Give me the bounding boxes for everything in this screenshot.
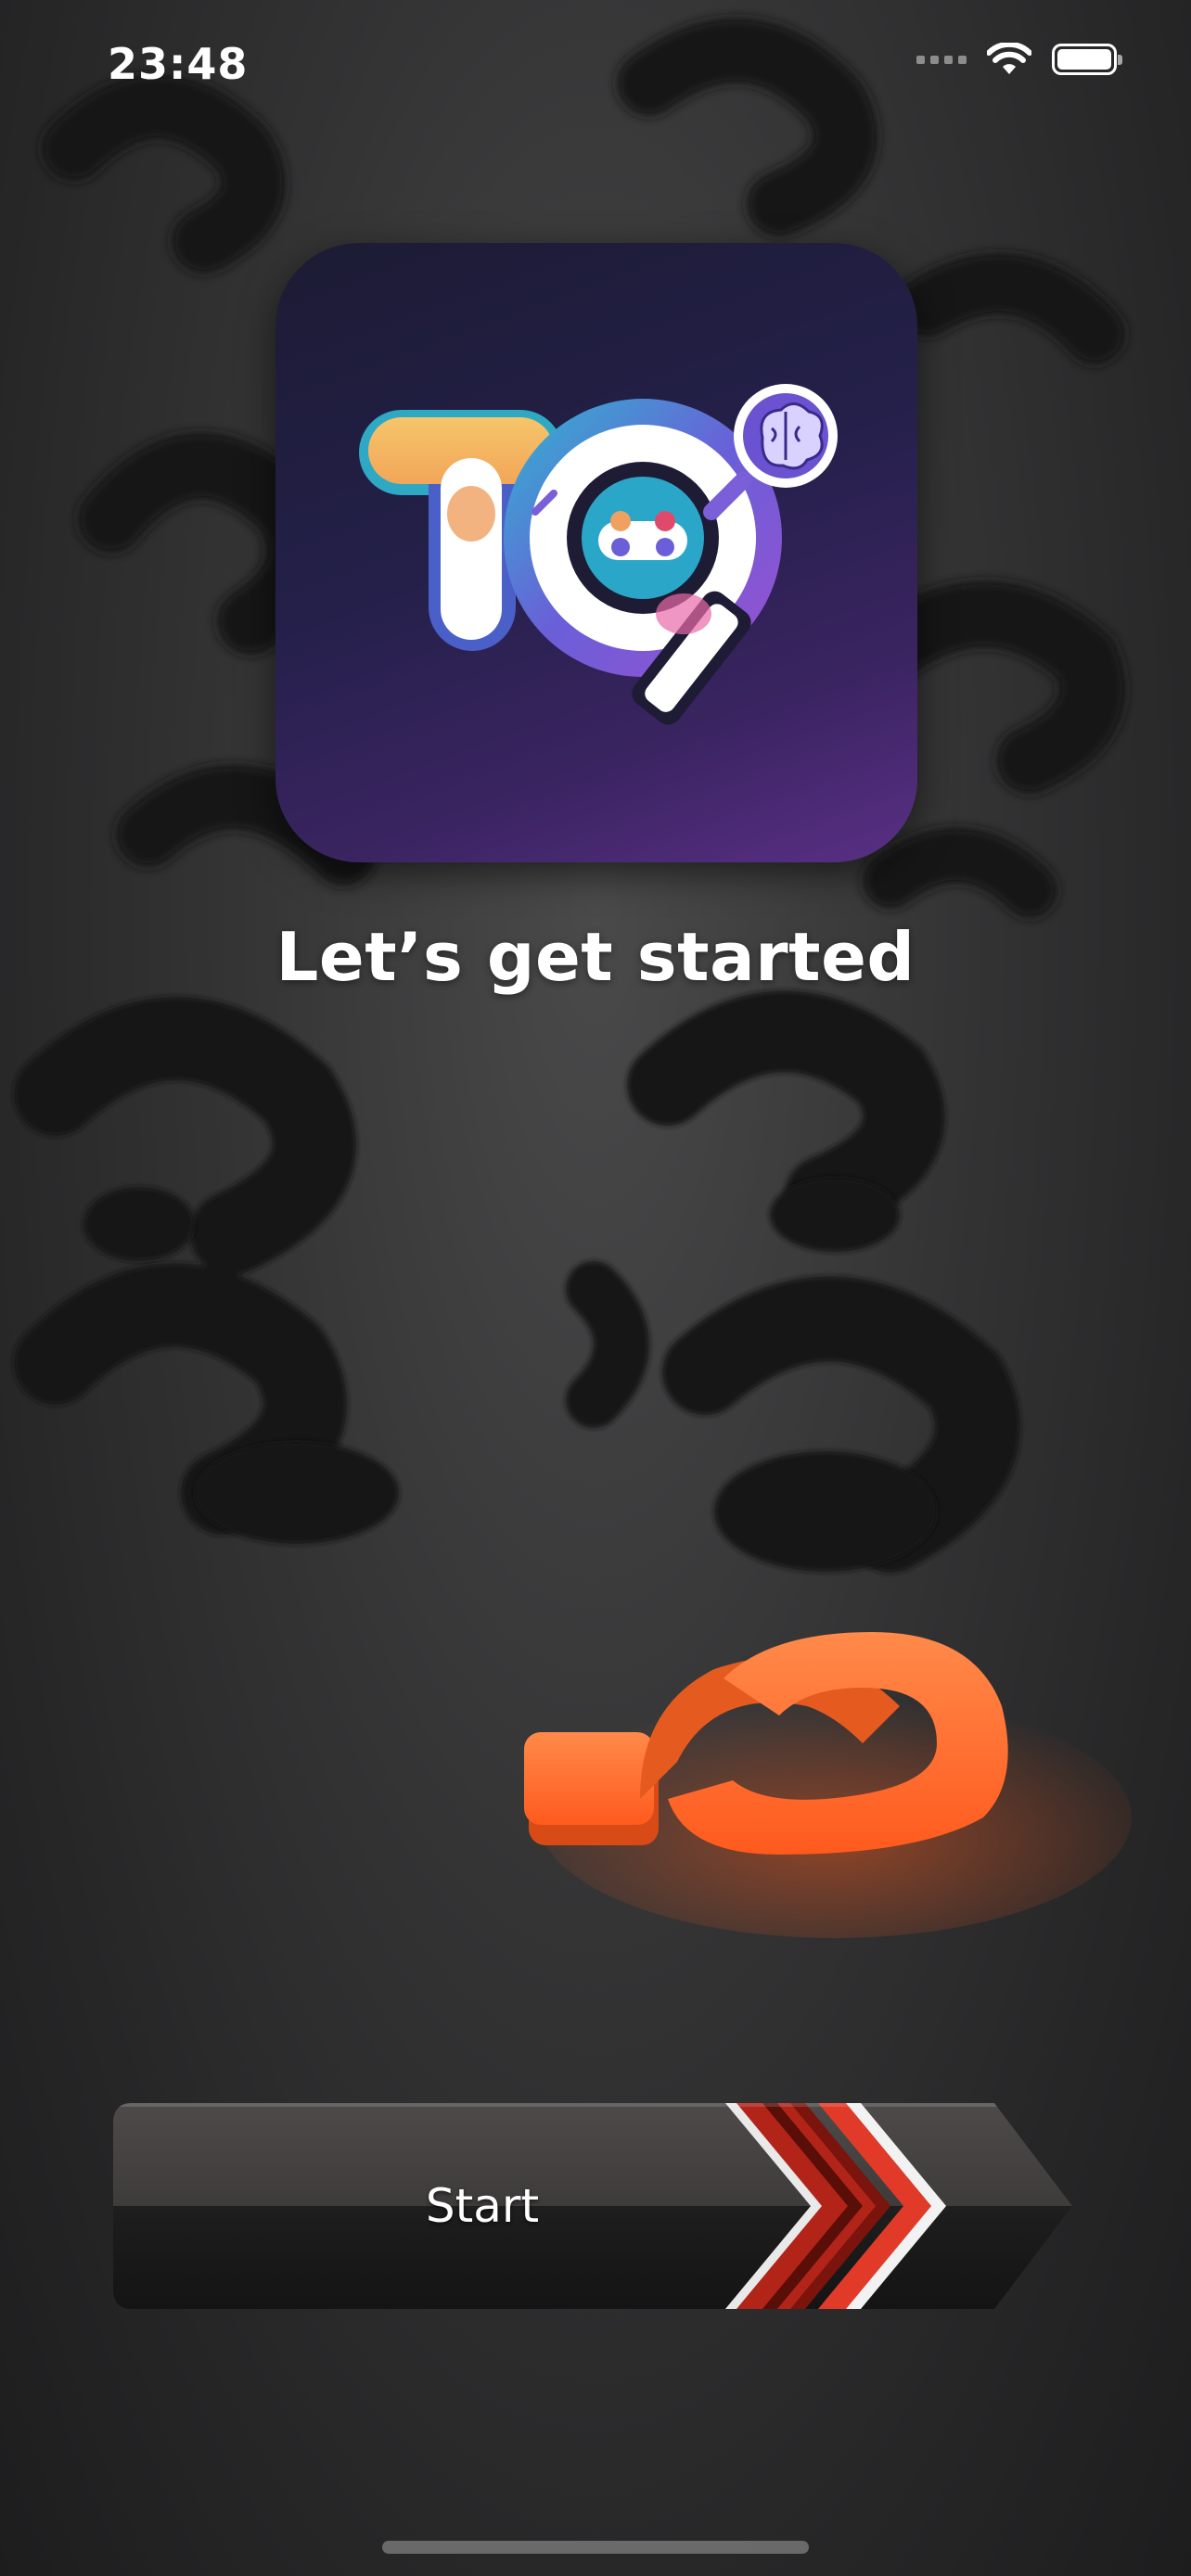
wifi-icon — [987, 43, 1031, 74]
start-button-label: Start — [425, 2179, 540, 2233]
page-title: Let’s get started — [275, 918, 916, 996]
status-time: 23:48 — [108, 39, 249, 89]
start-button[interactable]: Start — [113, 2103, 1072, 2309]
onboarding-screen: 23:48 Let’s get started Start — [0, 0, 1191, 2576]
home-indicator[interactable] — [382, 2541, 809, 2554]
status-icons — [916, 43, 1122, 76]
app-logo — [275, 243, 917, 862]
tq-logo-graphic — [359, 384, 838, 725]
battery-icon — [1052, 44, 1122, 75]
cellular-signal-icon — [916, 55, 967, 64]
status-bar: 23:48 — [0, 0, 1191, 139]
